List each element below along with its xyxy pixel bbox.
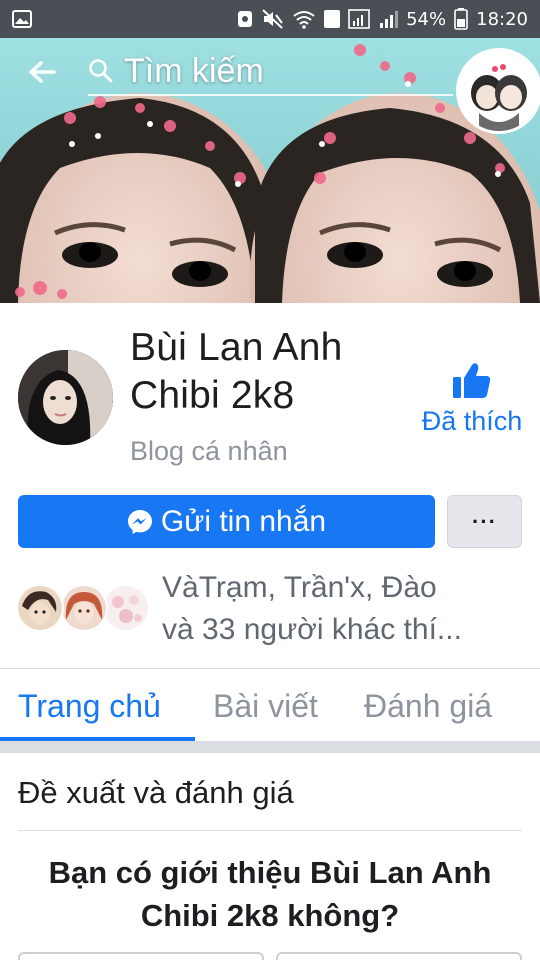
divider [18,830,522,831]
recommend-question: Bạn có giới thiệu Bùi Lan Anh Chibi 2k8 … [48,855,492,933]
battery-icon [454,8,468,30]
thumbs-up-icon [453,363,491,398]
more-options-button[interactable]: ··· [447,495,522,548]
divider [0,668,540,669]
friend-avatars[interactable] [16,584,150,634]
friend-avatar [102,584,150,632]
wifi-icon [292,9,316,29]
battery-percent: 54% [406,8,447,30]
tab-reviews[interactable]: Đánh giá [364,688,492,725]
search-input[interactable]: Tìm kiếm [88,48,453,96]
liked-button[interactable]: Đã thích [408,362,536,437]
clock: 18:20 [476,8,528,30]
section-separator [0,741,540,753]
more-options-icon: ··· [472,508,497,534]
tab-home[interactable]: Trang chủ [18,688,161,725]
messenger-icon [127,509,152,534]
back-arrow-icon [29,61,56,83]
friends-like-text[interactable]: VàTrạm, Trần'x, Đào và 33 người khác thí… [162,567,532,651]
gallery-notification-icon [12,10,32,28]
friends-like-line-1: VàTrạm, Trần'x, Đào [162,571,437,604]
friend-avatar [60,584,108,632]
screenshot-icon [236,9,254,29]
search-icon [89,59,113,83]
tab-posts[interactable]: Bài viết [213,688,318,725]
status-bar: 54% 18:20 [0,0,540,38]
recommend-yes-button[interactable] [276,952,522,960]
page-name-line-2: Chibi 2k8 [130,374,295,417]
page-category: Blog cá nhân [130,436,288,466]
sim-1-icon [324,10,341,28]
liked-label: Đã thích [421,406,523,436]
mute-icon [262,9,284,29]
avatar-image [18,350,113,445]
send-message-label: Gửi tin nhắn [160,504,327,538]
page-avatar[interactable] [18,350,113,445]
signal-sim1-icon [348,9,370,29]
page-name-line-1: Bùi Lan Anh [130,326,343,369]
profile-thumbnail[interactable] [456,48,540,134]
page-tabs: Trang chủ Bài viết Đánh giá [0,670,540,740]
friend-avatar [16,584,64,632]
recommend-no-button[interactable] [18,952,264,960]
send-message-button[interactable]: Gửi tin nhắn [18,495,435,548]
recommendations-title: Đề xuất và đánh giá [18,775,294,810]
chibi-couple-image [459,51,539,131]
page-name: Bùi Lan Anh Chibi 2k8 [130,324,400,420]
friends-like-line-2: và 33 người khác thí... [162,613,462,646]
search-placeholder: Tìm kiếm [124,51,264,90]
signal-sim2-icon [378,9,399,29]
back-button[interactable] [22,52,62,92]
